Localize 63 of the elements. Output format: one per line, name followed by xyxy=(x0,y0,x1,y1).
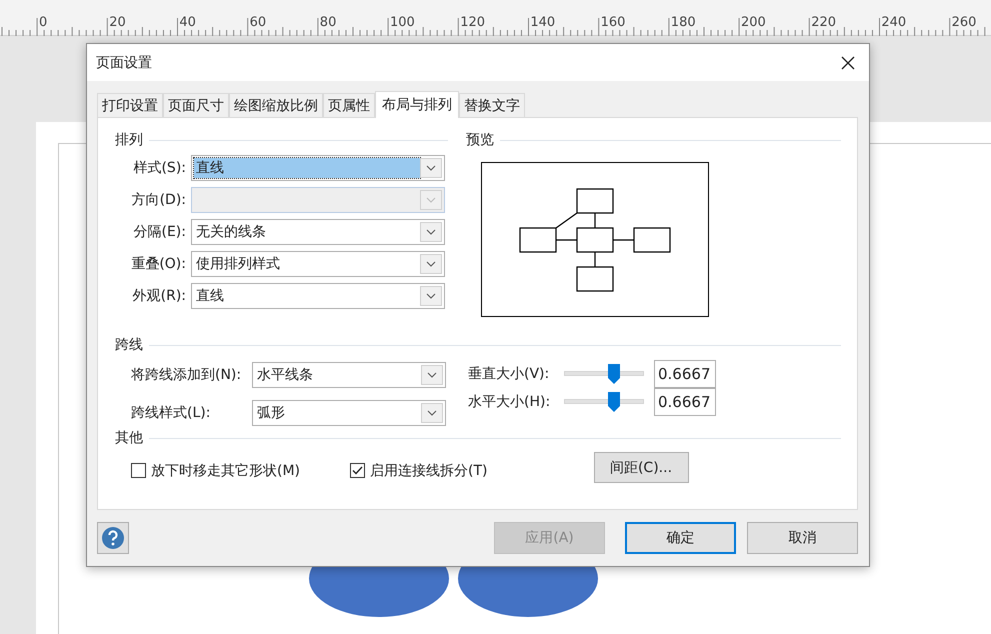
slider-thumb[interactable] xyxy=(608,364,620,384)
ruler-label: 200 xyxy=(741,15,766,30)
section-title: 其他 xyxy=(115,429,143,447)
tab[interactable]: 布局与排列 xyxy=(375,91,459,118)
input-field[interactable]: 0.6667 xyxy=(654,360,716,388)
checkbox-label: 启用连接线拆分(T) xyxy=(370,462,488,480)
chevron-down-icon xyxy=(426,229,436,235)
dropdown[interactable]: 直线 xyxy=(191,283,445,309)
ruler-label: 80 xyxy=(320,15,336,30)
slider-thumb[interactable] xyxy=(608,392,620,412)
field-label: 水平大小(H): xyxy=(468,393,552,411)
field-label: 垂直大小(V): xyxy=(468,365,550,383)
section-title: 预览 xyxy=(466,131,494,149)
ruler-label: 140 xyxy=(530,15,556,30)
help-button[interactable] xyxy=(97,522,129,554)
help-icon xyxy=(101,526,125,550)
field-label: 外观(R): xyxy=(132,287,187,305)
ruler-label: 20 xyxy=(109,15,126,30)
tab[interactable]: 打印设置 xyxy=(97,93,163,117)
spacing-button[interactable]: 间距(C)... xyxy=(594,452,688,483)
field-label: 方向(D): xyxy=(132,191,187,209)
chevron-down-icon xyxy=(426,293,436,299)
field-label: 分隔(E): xyxy=(134,223,187,241)
dropdown[interactable]: 使用排列样式 xyxy=(191,251,445,277)
section-title: 排列 xyxy=(115,131,143,149)
field-label: 跨线样式(L): xyxy=(130,404,212,422)
tab[interactable]: 页面尺寸 xyxy=(163,93,229,117)
ruler-label: 260 xyxy=(952,15,976,30)
ruler-label: 60 xyxy=(250,15,266,30)
field-label: 将跨线添加到(N): xyxy=(130,366,242,384)
field-label: 样式(S): xyxy=(133,159,187,177)
dropdown[interactable]: 无关的线条 xyxy=(191,219,445,245)
dialog-button[interactable]: 取消 xyxy=(747,522,858,554)
dropdown[interactable]: 直线 xyxy=(191,155,445,181)
section-title: 跨线 xyxy=(115,336,143,354)
ruler-label: 100 xyxy=(390,15,415,30)
chevron-down-icon xyxy=(426,197,436,203)
window-title: 页面设置 xyxy=(96,54,152,72)
ruler-label: 160 xyxy=(600,15,626,30)
chevron-down-icon xyxy=(427,410,437,416)
ruler-label: 40 xyxy=(179,15,196,30)
tab[interactable]: 替换文字 xyxy=(459,93,525,117)
dropdown[interactable]: 水平线条 xyxy=(252,362,446,388)
chevron-down-icon xyxy=(426,261,436,267)
ruler-label: 220 xyxy=(811,15,836,30)
chevron-down-icon xyxy=(427,372,437,378)
field-label: 重叠(O): xyxy=(131,255,187,273)
checkbox-label: 放下时移走其它形状(M) xyxy=(151,462,300,480)
dialog-button[interactable]: 确定 xyxy=(625,522,736,554)
checkbox[interactable] xyxy=(350,463,366,478)
ruler-label: 240 xyxy=(881,15,906,30)
close-icon[interactable] xyxy=(841,56,855,70)
input-field[interactable]: 0.6667 xyxy=(654,388,716,416)
tab[interactable]: 绘图缩放比例 xyxy=(229,93,323,117)
tab[interactable]: 页属性 xyxy=(323,93,375,117)
ruler-label: 120 xyxy=(460,15,486,30)
chevron-down-icon xyxy=(426,165,436,171)
ruler-label: 180 xyxy=(670,15,696,30)
dropdown[interactable]: 弧形 xyxy=(252,400,446,426)
slider[interactable] xyxy=(564,364,644,384)
checkbox[interactable] xyxy=(131,463,146,478)
slider[interactable] xyxy=(564,392,644,412)
ruler-label: 0 xyxy=(39,15,48,30)
